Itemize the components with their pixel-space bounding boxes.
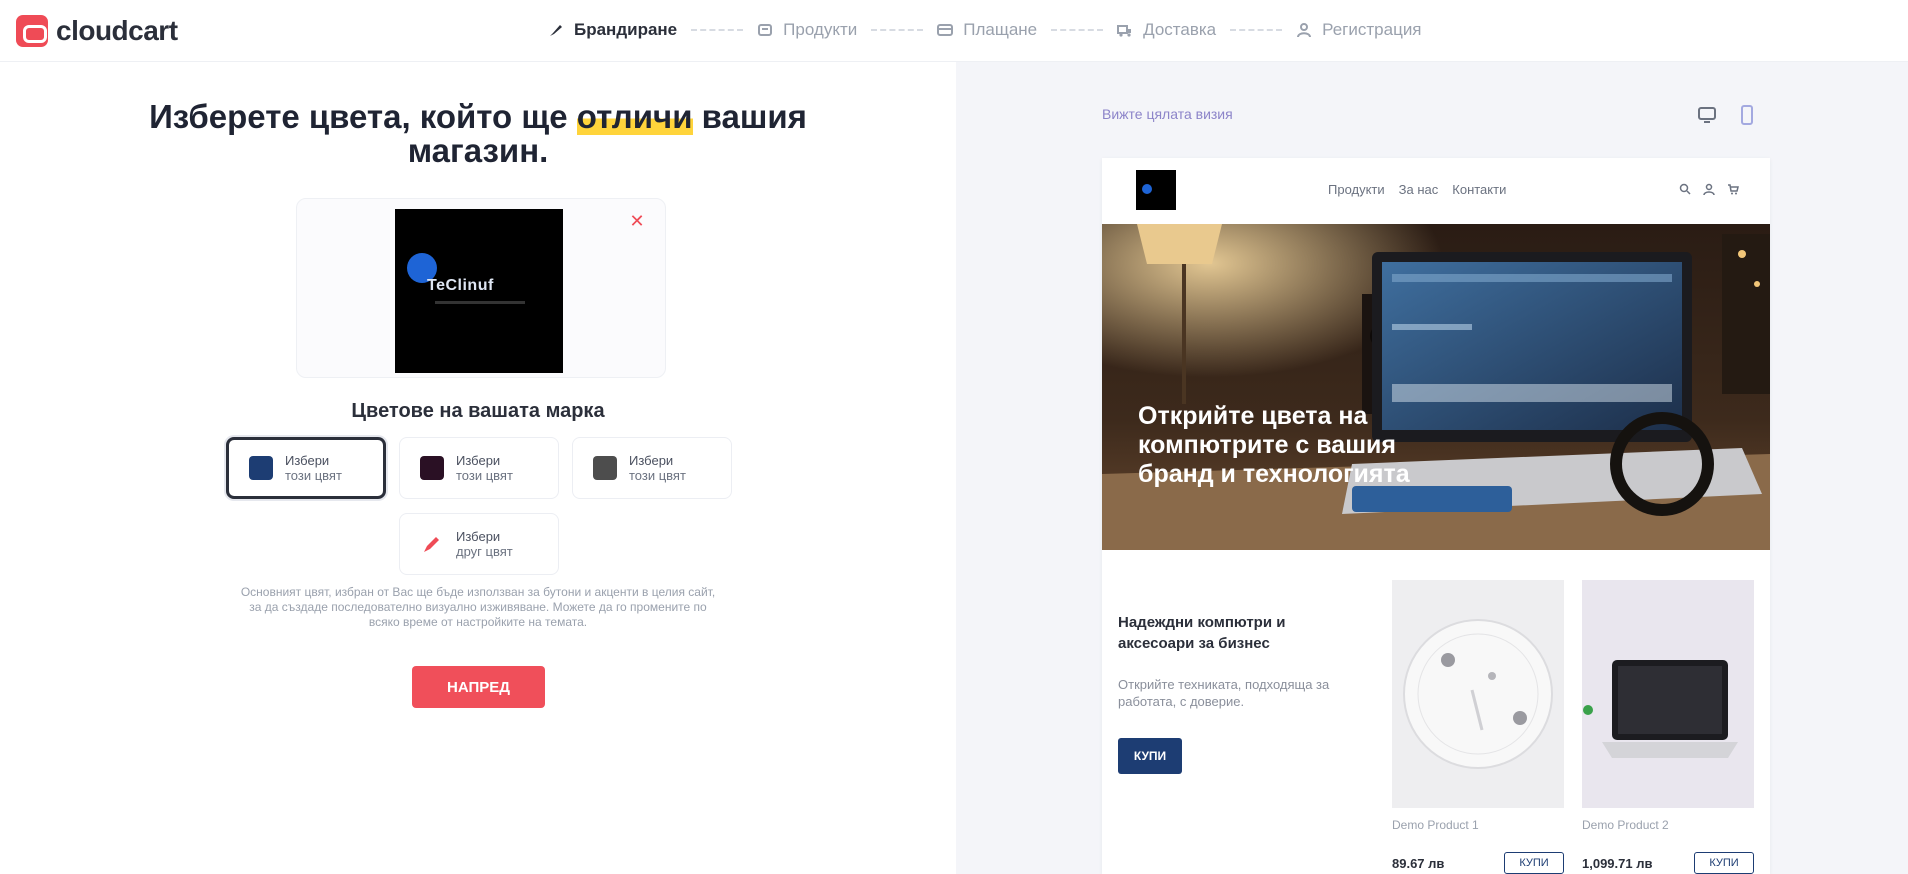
store-header-icons — [1678, 182, 1740, 196]
card-icon — [937, 22, 954, 38]
account-icon[interactable] — [1702, 182, 1716, 196]
swatch-label-line2: този цвят — [456, 468, 513, 483]
step-label: Регистрация — [1322, 20, 1422, 39]
swatch-label-line2: друг цвят — [456, 544, 513, 559]
swatch-color-chip — [249, 456, 273, 480]
store-header: Продукти За нас Контакти — [1102, 158, 1770, 224]
cart-icon[interactable] — [1726, 182, 1740, 196]
title-highlight: отличи — [576, 98, 693, 135]
product-card[interactable]: Demo Product 2 1,099.71 лв КУПИ — [1582, 580, 1754, 874]
store-content: Надеждни компютри и аксесоари за бизнес … — [1102, 550, 1770, 874]
user-icon — [1296, 22, 1312, 38]
hero-title: Открийте цвета на компютрите с вашия бра… — [1138, 402, 1410, 488]
swatch-option-2[interactable]: Избери този цвят — [399, 437, 559, 499]
swatch-label-line2: този цвят — [629, 468, 686, 483]
product-card[interactable]: Demo Product 1 89.67 лв КУПИ — [1392, 580, 1564, 874]
brush-icon — [548, 22, 564, 38]
step-divider — [1051, 29, 1104, 31]
app-logo[interactable]: cloudcart — [16, 15, 178, 47]
swatch-custom-color[interactable]: Избери друг цвят — [399, 513, 559, 575]
add-to-cart-button[interactable]: КУПИ — [1504, 852, 1564, 874]
uploaded-logo: TeClinuf — [395, 209, 563, 373]
product-name: Demo Product 2 — [1582, 818, 1669, 832]
store-nav: Продукти За нас Контакти — [1328, 182, 1506, 197]
swatch-label-line1: Избери — [629, 453, 674, 468]
step-divider — [691, 29, 744, 31]
step-branding[interactable]: Брандиране — [548, 20, 677, 40]
next-button[interactable]: НАПРЕД — [412, 666, 545, 708]
remove-logo-icon[interactable]: ✕ — [627, 211, 647, 231]
step-label: Доставка — [1143, 20, 1217, 39]
swatch-label: Избери този цвят — [285, 453, 342, 483]
hero-banner: Открийте цвета на компютрите с вашия бра… — [1102, 224, 1770, 550]
brand-colors-heading: Цветове на вашата марка — [351, 400, 605, 422]
store-nav-item[interactable]: Продукти — [1328, 182, 1385, 197]
top-bar: cloudcart Брандиране Продукти Плащане До… — [0, 0, 1908, 62]
swatch-label-line1: Избери — [285, 453, 330, 468]
page-title: Изберете цвета, който ще отличи вашия ма… — [100, 98, 856, 168]
promo-title: Надеждни компютри и аксесоари за бизнес — [1118, 614, 1286, 652]
promo-text: Открийте техниката, подходяща за работат… — [1118, 677, 1330, 709]
truck-icon — [1117, 22, 1133, 38]
mobile-view-icon[interactable] — [1734, 102, 1760, 128]
logo-wordmark: TeClinuf — [427, 277, 494, 294]
add-to-cart-button[interactable]: КУПИ — [1694, 852, 1754, 874]
logo-upload-box[interactable]: TeClinuf ✕ — [296, 198, 666, 378]
branding-panel: Изберете цвета, който ще отличи вашия ма… — [0, 62, 956, 874]
swatch-label: Избери друг цвят — [456, 529, 513, 559]
step-divider — [1230, 29, 1283, 31]
step-label: Брандиране — [574, 20, 678, 39]
product-name: Demo Product 1 — [1392, 818, 1479, 832]
store-nav-item[interactable]: За нас — [1399, 182, 1439, 197]
product-image — [1392, 580, 1564, 808]
promo-button[interactable]: КУПИ — [1118, 738, 1182, 774]
step-payment[interactable]: Плащане — [937, 20, 1037, 40]
store-preview-panel: Вижте цялата визия Продукти За нас Конта… — [956, 62, 1908, 874]
logo-text: cloudcart — [56, 15, 178, 46]
title-text: Изберете цвета, който ще — [149, 98, 577, 135]
step-label: Продукти — [783, 20, 858, 39]
product-price: 89.67 лв — [1392, 855, 1445, 871]
step-delivery[interactable]: Доставка — [1117, 20, 1216, 40]
product-footer: 89.67 лв КУПИ — [1392, 852, 1564, 874]
swatch-option-3[interactable]: Избери този цвят — [572, 437, 732, 499]
hero-image — [1102, 224, 1770, 550]
logo-underline — [435, 301, 525, 304]
store-preview: Продукти За нас Контакти Открийте цвета … — [1102, 158, 1770, 874]
product-price: 1,099.71 лв — [1582, 855, 1653, 871]
swatch-label-line1: Избери — [456, 529, 501, 544]
step-products[interactable]: Продукти — [757, 20, 857, 40]
store-logo — [1136, 170, 1176, 210]
pencil-icon — [420, 532, 444, 556]
help-text: Основният цвят, избран от Вас ще бъде из… — [240, 585, 716, 629]
search-icon[interactable] — [1678, 182, 1692, 196]
desktop-view-icon[interactable] — [1694, 102, 1720, 128]
wizard-steps: Брандиране Продукти Плащане Доставка Рег… — [548, 20, 1422, 40]
swatch-label: Избери този цвят — [629, 453, 686, 483]
swatch-color-chip — [593, 456, 617, 480]
cloud-logo-icon — [16, 15, 48, 47]
swatch-option-1[interactable]: Избери този цвят — [226, 437, 386, 499]
tag-icon — [757, 22, 773, 38]
swatch-label: Избери този цвят — [456, 453, 513, 483]
swatch-color-chip — [420, 456, 444, 480]
step-divider — [871, 29, 924, 31]
step-label: Плащане — [963, 20, 1038, 39]
step-registration[interactable]: Регистрация — [1296, 20, 1422, 40]
view-full-preview-link[interactable]: Вижте цялата визия — [1102, 106, 1233, 122]
swatch-label-line2: този цвят — [285, 468, 342, 483]
product-footer: 1,099.71 лв КУПИ — [1582, 852, 1754, 874]
swatch-label-line1: Избери — [456, 453, 501, 468]
product-image — [1582, 580, 1754, 808]
store-nav-item[interactable]: Контакти — [1452, 182, 1506, 197]
